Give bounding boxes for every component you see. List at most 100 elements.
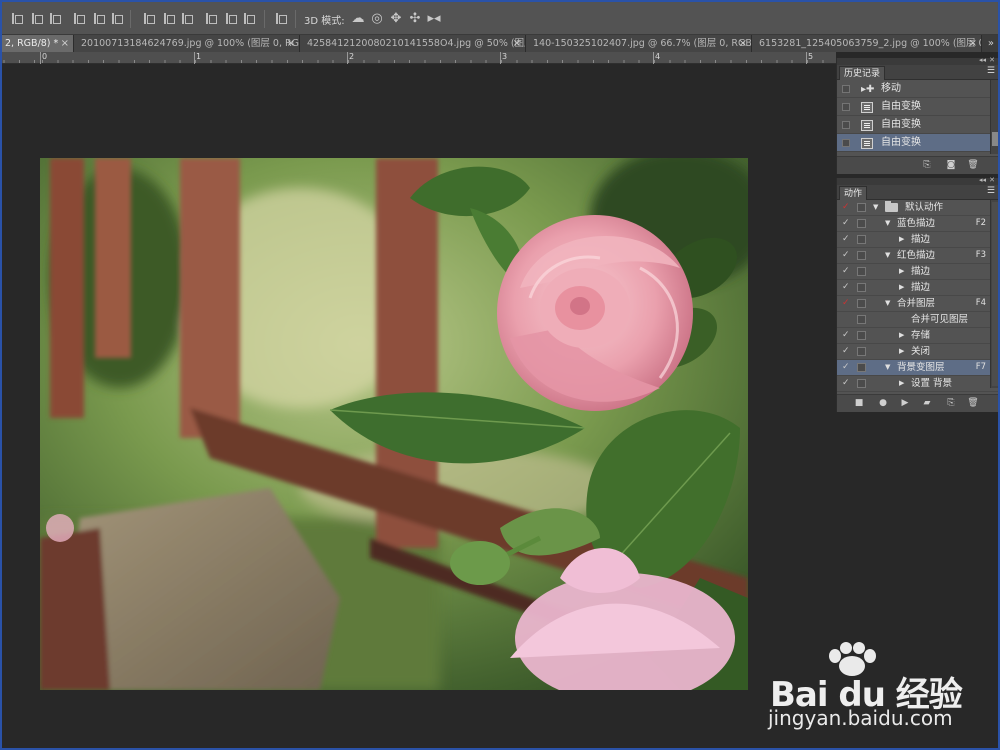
new-document-from-state-icon[interactable]: ⎘ bbox=[921, 160, 933, 171]
dialog-toggle-box[interactable] bbox=[857, 235, 866, 244]
stop-recording-icon[interactable]: ■ bbox=[853, 398, 865, 409]
snapshot-camera-icon[interactable]: ◙ bbox=[945, 160, 957, 171]
close-tab-icon[interactable]: × bbox=[287, 35, 295, 52]
expand-arrow-icon[interactable]: ▶ bbox=[899, 264, 904, 279]
close-panel-icon[interactable]: ✕ bbox=[989, 176, 995, 184]
expand-arrow-icon[interactable]: ▶ bbox=[899, 376, 904, 391]
action-toggle-check[interactable]: ✓ bbox=[842, 328, 852, 343]
history-item-selected[interactable]: 自由变换 bbox=[837, 134, 998, 152]
distribute-left-edges-icon[interactable] bbox=[204, 12, 217, 25]
align-top-edges-icon[interactable] bbox=[10, 12, 23, 25]
document-tab[interactable]: 140-150325102407.jpg @ 66.7% (图层 0, RGB/… bbox=[526, 35, 752, 52]
collapse-arrow-icon[interactable]: ▼ bbox=[885, 216, 890, 231]
action-row[interactable]: 合并可见图层 bbox=[837, 312, 998, 328]
action-row[interactable]: ✓ ▶ 设置 背景 bbox=[837, 376, 998, 392]
action-row[interactable]: ✓ ▶ 关闭 bbox=[837, 344, 998, 360]
more-tabs-icon[interactable]: » bbox=[988, 35, 994, 52]
document-canvas[interactable] bbox=[2, 64, 836, 748]
history-source-checkbox[interactable] bbox=[842, 139, 850, 147]
dialog-toggle-box[interactable] bbox=[857, 347, 866, 356]
history-source-checkbox[interactable] bbox=[842, 121, 850, 129]
panel-menu-icon[interactable]: ☰ bbox=[987, 186, 995, 196]
dialog-toggle-box[interactable] bbox=[857, 315, 866, 324]
dialog-toggle-box[interactable] bbox=[857, 331, 866, 340]
new-action-icon[interactable]: ⎘ bbox=[945, 398, 957, 409]
collapse-arrow-icon[interactable]: ▼ bbox=[885, 360, 890, 375]
distribute-right-edges-icon[interactable] bbox=[242, 12, 255, 25]
action-row[interactable]: ✓ ▼ 蓝色描边 F2 bbox=[837, 216, 998, 232]
document-tab[interactable]: 6153281_125405063759_2.jpg @ 100% (图层 0,… bbox=[752, 35, 982, 52]
distribute-bottom-edges-icon[interactable] bbox=[180, 12, 193, 25]
action-row-selected[interactable]: ✓ ▼ 背景变图层 F7 bbox=[837, 360, 998, 376]
action-row[interactable]: ✓ ▶ 存储 bbox=[837, 328, 998, 344]
close-tab-icon[interactable]: × bbox=[969, 35, 977, 52]
new-set-folder-icon[interactable]: ▰ bbox=[921, 398, 933, 409]
panel-menu-icon[interactable]: ☰ bbox=[987, 66, 995, 76]
collapse-arrow-icon[interactable]: ▼ bbox=[873, 200, 878, 215]
collapse-panel-icon[interactable]: ◂◂ bbox=[979, 176, 986, 184]
action-toggle-check[interactable]: ✓ bbox=[842, 376, 852, 391]
action-toggle-check[interactable]: ✓ bbox=[842, 280, 852, 295]
action-toggle-check[interactable]: ✓ bbox=[842, 248, 852, 263]
dialog-toggle-box[interactable] bbox=[857, 267, 866, 276]
roll-3d-object-icon[interactable]: ◎ bbox=[369, 11, 385, 26]
dialog-toggle-box[interactable] bbox=[857, 379, 866, 388]
auto-align-layers-icon[interactable] bbox=[274, 12, 287, 25]
action-toggle-check[interactable]: ✓ bbox=[842, 200, 852, 215]
history-source-checkbox[interactable] bbox=[842, 85, 850, 93]
align-vertical-centers-icon[interactable] bbox=[30, 12, 43, 25]
dialog-toggle-box[interactable] bbox=[857, 203, 866, 212]
collapse-arrow-icon[interactable]: ▼ bbox=[885, 296, 890, 311]
expand-arrow-icon[interactable]: ▶ bbox=[899, 328, 904, 343]
scroll-thumb[interactable] bbox=[992, 132, 998, 146]
dialog-toggle-box[interactable] bbox=[857, 251, 866, 260]
record-icon[interactable]: ● bbox=[877, 398, 889, 409]
horizontal-ruler[interactable]: 0 1 2 3 4 5 bbox=[2, 52, 836, 64]
history-source-checkbox[interactable] bbox=[842, 103, 850, 111]
align-right-edges-icon[interactable] bbox=[110, 12, 123, 25]
action-toggle-check[interactable]: ✓ bbox=[842, 344, 852, 359]
actions-scrollbar[interactable] bbox=[990, 200, 998, 388]
dialog-toggle-box[interactable] bbox=[857, 283, 866, 292]
close-tab-icon[interactable]: × bbox=[739, 35, 747, 52]
expand-arrow-icon[interactable]: ▶ bbox=[899, 280, 904, 295]
delete-trash-icon[interactable]: 🗑 bbox=[967, 398, 979, 409]
dialog-toggle-box[interactable] bbox=[857, 219, 866, 228]
distribute-vertical-centers-icon[interactable] bbox=[162, 12, 175, 25]
close-panel-icon[interactable]: ✕ bbox=[989, 56, 995, 64]
dialog-toggle-box[interactable] bbox=[857, 299, 866, 308]
history-scrollbar[interactable] bbox=[990, 80, 998, 154]
distribute-top-edges-icon[interactable] bbox=[142, 12, 155, 25]
action-row[interactable]: ✓ ▶ 描边 bbox=[837, 264, 998, 280]
scroll-thumb[interactable] bbox=[992, 202, 998, 386]
action-toggle-check[interactable]: ✓ bbox=[842, 232, 852, 247]
dialog-toggle-box[interactable] bbox=[857, 363, 866, 372]
document-tab[interactable]: 20100713184624769.jpg @ 100% (图层 0, RGB.… bbox=[74, 35, 300, 52]
action-row[interactable]: ✓ ▶ 描边 bbox=[837, 280, 998, 296]
action-toggle-check[interactable]: ✓ bbox=[842, 264, 852, 279]
rose-photo[interactable] bbox=[40, 158, 748, 690]
close-tab-icon[interactable]: × bbox=[61, 35, 69, 52]
slide-3d-object-icon[interactable]: ✣ bbox=[407, 11, 423, 26]
document-tab[interactable]: 2, RGB/8) * × bbox=[2, 35, 74, 52]
delete-trash-icon[interactable]: 🗑 bbox=[967, 160, 979, 171]
collapse-panel-icon[interactable]: ◂◂ bbox=[979, 56, 986, 64]
document-tab[interactable]: 4258412120080210141558O4.jpg @ 50% (图层 0… bbox=[300, 35, 526, 52]
action-row[interactable]: ✓ ▼ 合并图层 F4 bbox=[837, 296, 998, 312]
history-item[interactable]: ▸✚ 移动 bbox=[837, 80, 998, 98]
distribute-horizontal-centers-icon[interactable] bbox=[224, 12, 237, 25]
close-tab-icon[interactable]: × bbox=[513, 35, 521, 52]
action-toggle-check[interactable]: ✓ bbox=[842, 296, 852, 311]
tab-history[interactable]: 历史记录 bbox=[839, 66, 886, 80]
scale-3d-object-icon[interactable]: ▸◂ bbox=[426, 11, 442, 26]
drag-3d-object-icon[interactable]: ✥ bbox=[388, 11, 404, 26]
align-horizontal-centers-icon[interactable] bbox=[92, 12, 105, 25]
action-row[interactable]: ✓ ▶ 描边 bbox=[837, 232, 998, 248]
align-left-edges-icon[interactable] bbox=[72, 12, 85, 25]
expand-arrow-icon[interactable]: ▶ bbox=[899, 232, 904, 247]
history-item[interactable]: 自由变换 bbox=[837, 98, 998, 116]
expand-arrow-icon[interactable]: ▶ bbox=[899, 344, 904, 359]
tab-actions[interactable]: 动作 bbox=[839, 186, 868, 200]
collapse-arrow-icon[interactable]: ▼ bbox=[885, 248, 890, 263]
rotate-3d-object-icon[interactable]: ☁ bbox=[350, 11, 366, 26]
